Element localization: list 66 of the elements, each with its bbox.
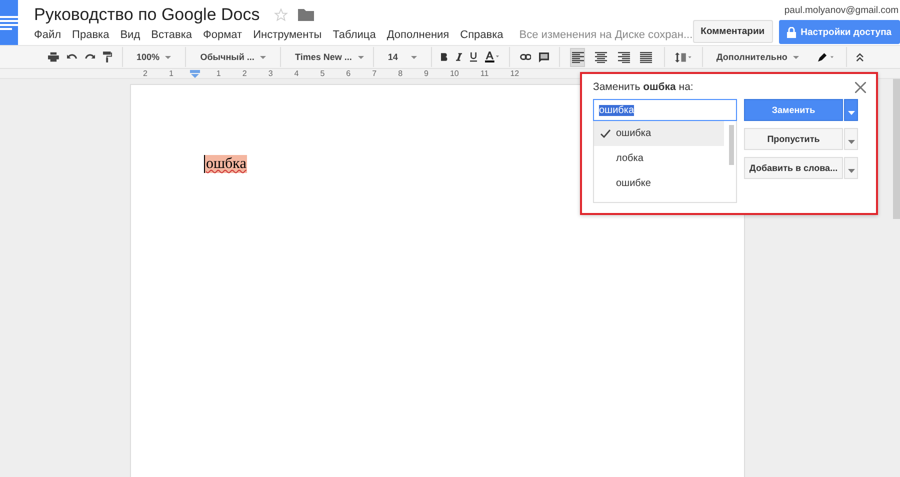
- ruler-number: 12: [510, 69, 520, 78]
- lock-icon: [786, 26, 796, 38]
- ruler-number: 4: [294, 69, 299, 78]
- menu-item[interactable]: Правка: [72, 29, 110, 41]
- menu-item[interactable]: Файл: [34, 29, 62, 41]
- ruler-number: 10: [450, 69, 459, 78]
- menu-item[interactable]: Таблица: [332, 29, 376, 41]
- menu-item[interactable]: Вставка: [151, 29, 192, 41]
- italic-icon[interactable]: [456, 52, 462, 62]
- folder-icon[interactable]: [298, 8, 314, 21]
- undo-icon[interactable]: [66, 53, 77, 61]
- caret-icon: [848, 110, 854, 114]
- menu-item[interactable]: Вид: [120, 29, 140, 41]
- paint-roller-icon[interactable]: [103, 50, 112, 64]
- document-title[interactable]: Руководство по Google Docs: [34, 4, 260, 24]
- caret-icon: [848, 168, 854, 172]
- pencil-icon[interactable]: [818, 51, 836, 63]
- check-icon: [600, 129, 610, 138]
- ruler-number: 1: [168, 69, 174, 78]
- suggestion-item[interactable]: ошибке: [594, 171, 724, 196]
- zoom-dropdown[interactable]: 100%: [132, 46, 176, 68]
- menu-item[interactable]: Формат: [203, 29, 242, 41]
- ruler-number: 3: [268, 69, 273, 78]
- ruler-number: 7: [372, 69, 377, 78]
- redo-icon[interactable]: [85, 53, 96, 61]
- indent-marker-icon[interactable]: [190, 70, 200, 78]
- font-dropdown[interactable]: Times New ...: [291, 46, 364, 68]
- action-button[interactable]: Пропустить: [744, 128, 843, 150]
- more-dropdown[interactable]: Дополнительно: [712, 46, 802, 68]
- ruler-number: 8: [398, 69, 403, 78]
- menu-item[interactable]: Дополнения: [386, 29, 450, 41]
- collapse-icon[interactable]: [856, 52, 864, 62]
- scrollbar[interactable]: [729, 125, 734, 165]
- account-email[interactable]: paul.molyanov@gmail.com: [784, 4, 899, 16]
- menu-item[interactable]: Инструменты: [253, 29, 322, 41]
- close-icon[interactable]: [855, 82, 866, 92]
- font-size-dropdown[interactable]: 14: [384, 46, 421, 68]
- link-icon[interactable]: [520, 53, 532, 61]
- bold-icon[interactable]: [441, 52, 448, 62]
- suggestion-item[interactable]: лобка: [594, 146, 724, 171]
- action-button[interactable]: Добавить в слова...: [744, 157, 843, 179]
- print-icon[interactable]: [48, 51, 59, 63]
- text-color-icon[interactable]: [484, 50, 499, 64]
- line-spacing-icon[interactable]: [674, 50, 692, 64]
- scrollbar[interactable]: [893, 79, 900, 219]
- ruler-number: 1: [216, 69, 221, 78]
- dialog-title: Заменить ошбка на:: [593, 81, 694, 93]
- ruler-number: 5: [320, 69, 325, 78]
- style-dropdown[interactable]: Обычный ...: [196, 46, 270, 68]
- underline-icon[interactable]: [470, 51, 477, 63]
- ruler-number: 2: [143, 69, 148, 78]
- comments-button[interactable]: Комментарии: [692, 20, 773, 43]
- align-button[interactable]: [570, 48, 586, 66]
- comment-icon[interactable]: [539, 50, 550, 64]
- save-status[interactable]: Все изменения на Диске сохран...: [519, 29, 693, 41]
- docs-logo-icon[interactable]: [0, 0, 18, 45]
- dropdown-button[interactable]: [844, 99, 858, 121]
- ruler-number: 9: [424, 69, 428, 78]
- star-icon[interactable]: [274, 8, 288, 22]
- ruler-number: 2: [242, 69, 247, 78]
- menu-item[interactable]: Справка: [460, 29, 504, 41]
- suggestion-item[interactable]: ошибка: [594, 121, 724, 146]
- caret-icon: [848, 140, 854, 144]
- ruler-number: 11: [480, 69, 489, 78]
- ruler-number: 6: [346, 69, 351, 78]
- misspelled-word[interactable]: ошбка: [204, 155, 248, 173]
